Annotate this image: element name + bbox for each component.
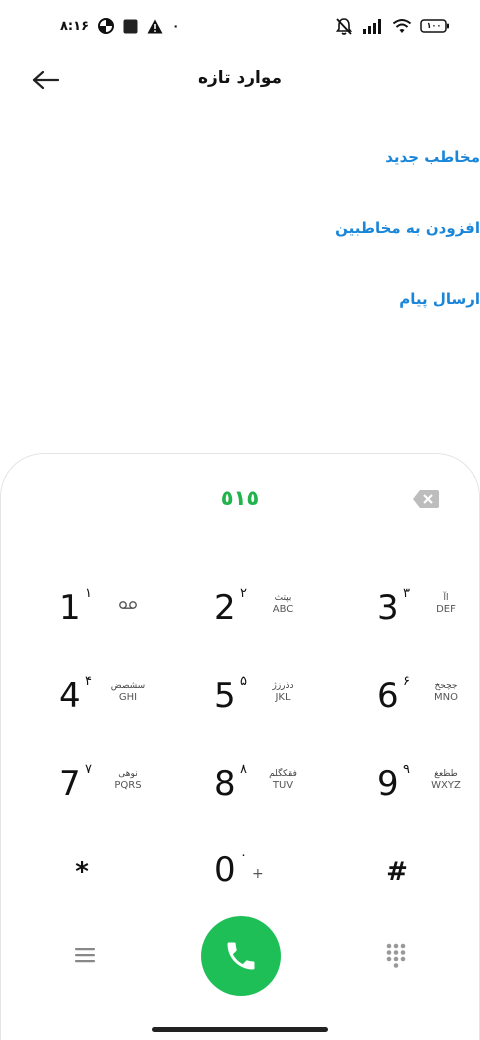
data-saver-icon [98,18,115,34]
status-time: ۸:۱۶ [60,18,90,34]
key-persian-digit: ٩ [403,762,410,777]
status-right-group: ۱۰۰ [334,14,450,38]
key-digit: 1 [59,588,81,628]
key-letters-fa: نوهی [118,769,138,779]
key-star[interactable]: * [57,844,177,900]
key-letters-en: TUV [272,780,294,791]
muted-bell-icon [334,16,354,36]
key-9[interactable]: 9 ٩ طظعغ WXYZ [377,758,480,814]
key-6[interactable]: 6 ۶ جچحخ MNO [377,670,480,726]
key-letters: جچحخ MNO [421,680,471,704]
key-hash[interactable]: # [372,844,480,900]
key-digit: 5 [214,676,236,716]
square-icon [123,19,138,34]
app-header: موارد تازه [0,58,480,102]
warning-icon [147,19,163,34]
key-5[interactable]: 5 ۵ دذرزژ JKL [214,670,334,726]
call-button[interactable] [201,916,281,996]
key-letters: فقکگلم TUV [258,768,308,792]
key-letters-en: PQRS [114,780,142,791]
key-letters-fa: بپتث [274,593,292,603]
key-digit: 8 [214,764,236,804]
new-contact-link[interactable]: مخاطب جدید [180,148,480,166]
menu-icon [75,948,95,963]
key-letters-fa: دذرزژ [272,681,294,691]
key-plus: + [252,866,264,882]
key-digit: 9 [377,764,399,804]
key-letters-fa: جچحخ [434,681,458,691]
key-letters: اآ DEF [421,592,471,616]
backspace-button[interactable] [413,490,439,508]
key-letters: دذرزژ JKL [258,680,308,704]
key-persian-digit: ٧ [85,762,92,777]
key-8[interactable]: 8 ٨ فقکگلم TUV [214,758,334,814]
key-4[interactable]: 4 ۴ سشصض GHI [59,670,179,726]
send-message-link[interactable]: ارسال پیام [180,290,480,308]
voicemail-icon [103,600,153,614]
key-digit: 3 [377,588,399,628]
key-persian-digit: ٢ [240,586,247,601]
key-digit: # [386,857,408,887]
key-digit: * [75,857,89,887]
battery-level: ۱۰۰ [426,21,442,30]
status-left-group: ۸:۱۶ ۰ [60,14,179,38]
menu-button[interactable] [75,946,97,964]
key-letters: نوهی PQRS [103,768,153,792]
key-persian-digit: ۴ [85,674,92,689]
key-digit: 6 [377,676,399,716]
key-letters-en: ABC [272,604,294,615]
key-2[interactable]: 2 ٢ بپتث ABC [214,582,334,638]
phone-icon [227,942,255,970]
key-letters-en: DEF [436,604,456,615]
dialpad-bottom-row [1,916,480,996]
key-letters-en: MNO [434,692,458,703]
key-digit: 2 [214,588,236,628]
dialpad-icon [386,943,406,968]
keypad-toggle-button[interactable] [386,943,406,969]
key-letters-fa: اآ [443,593,449,603]
key-1[interactable]: 1 ١ [59,582,179,638]
key-persian-digit: ۵ [240,674,247,689]
battery-icon: ۱۰۰ [420,18,450,34]
key-7[interactable]: 7 ٧ نوهی PQRS [59,758,179,814]
notification-count: ۰ [172,19,180,33]
key-letters-en: GHI [118,692,138,703]
key-persian-digit: ٨ [240,762,247,777]
key-3[interactable]: 3 ٣ اآ DEF [377,582,480,638]
dialed-number[interactable]: ٥١٥ [1,486,479,510]
key-persian-digit: ١ [85,586,92,601]
key-letters-en: WXYZ [431,780,461,791]
wifi-icon [392,18,412,34]
key-letters-fa: طظعغ [434,769,458,779]
backspace-icon [413,490,439,508]
dialpad-panel: ٥١٥ 1 ١ 2 ٢ بپتث ABC 3 ٣ اآ DEF 4 ۴ سشصض… [0,453,480,1040]
key-letters: طظعغ WXYZ [421,768,471,792]
add-to-contacts-link[interactable]: افزودن به مخاطبین [180,219,480,237]
key-letters-en: JKL [275,692,291,703]
key-letters: سشصض GHI [103,680,153,704]
key-persian-digit: ٣ [403,586,410,601]
dialer-screen: ۸:۱۶ ۰ ۱۰۰ موارد تازه مخاطب جدید افزودن … [0,0,480,1040]
key-letters-fa: سشصض [110,681,146,691]
status-bar: ۸:۱۶ ۰ ۱۰۰ [0,0,480,52]
key-0[interactable]: 0 ٠ + [214,844,334,900]
signal-icon [362,18,384,34]
key-digit: 0 [214,850,236,890]
key-persian-digit: ۶ [403,674,410,689]
key-letters-fa: فقکگلم [269,769,297,779]
key-digit: 4 [59,676,81,716]
key-letters: بپتث ABC [258,592,308,616]
key-persian-digit: ٠ [240,848,247,863]
page-title: موارد تازه [197,68,283,88]
home-indicator[interactable] [152,1027,328,1032]
key-digit: 7 [59,764,81,804]
